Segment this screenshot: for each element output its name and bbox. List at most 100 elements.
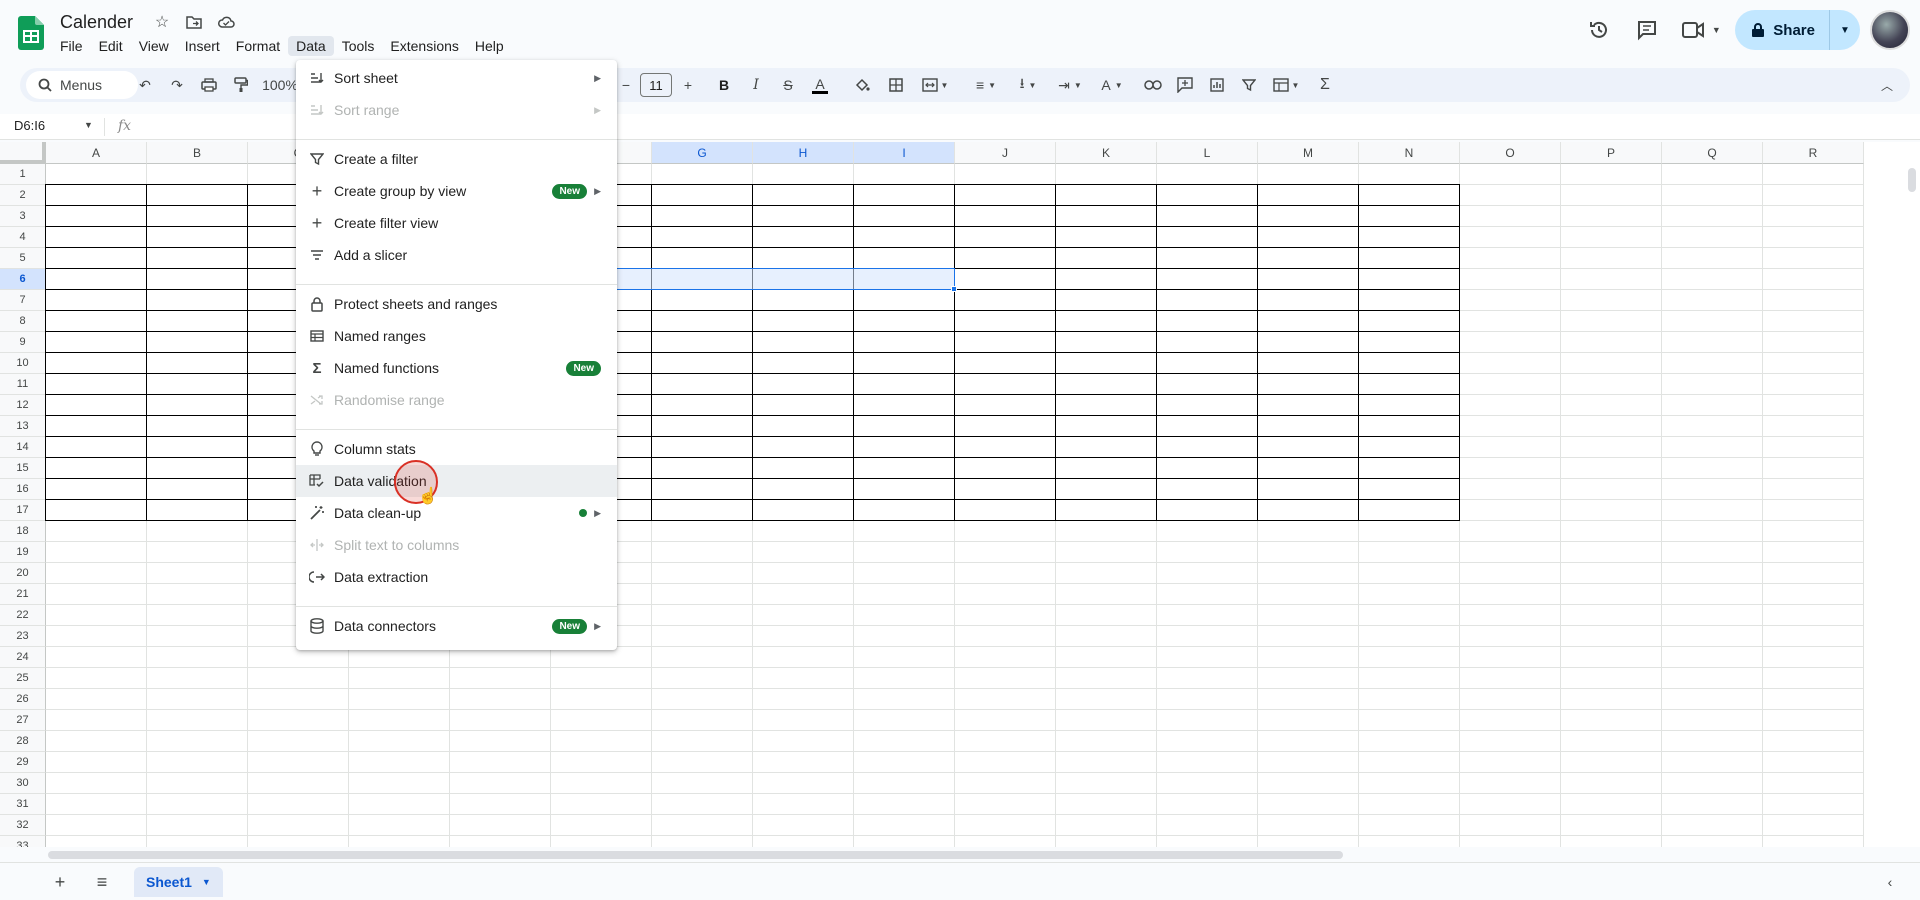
row-header[interactable]: 10 (0, 353, 46, 374)
row-header[interactable]: 11 (0, 374, 46, 395)
row-header[interactable]: 27 (0, 710, 46, 731)
share-main[interactable]: Share (1735, 10, 1830, 50)
column-header[interactable]: J (955, 142, 1056, 164)
row-header[interactable]: 19 (0, 542, 46, 563)
menu-item-column-stats[interactable]: Column stats (296, 433, 617, 465)
menu-item-add-a-slicer[interactable]: Add a slicer (296, 239, 617, 271)
horizontal-align-icon[interactable]: ≡ ▼ (966, 68, 1006, 102)
column-header[interactable]: H (753, 142, 854, 164)
row-header[interactable]: 8 (0, 311, 46, 332)
menu-item-create-a-filter[interactable]: Create a filter (296, 143, 617, 175)
sheet-grid[interactable]: ABCDEFGHIJKLMNOPQR1234567891011121314151… (0, 142, 1920, 847)
meet-icon[interactable]: ▼ (1675, 10, 1727, 50)
row-header[interactable]: 22 (0, 605, 46, 626)
search-menus[interactable]: Menus (26, 71, 138, 99)
menu-data[interactable]: Data (288, 36, 334, 56)
redo-icon[interactable]: ↷ (162, 68, 192, 102)
row-header[interactable]: 30 (0, 773, 46, 794)
menu-item-data-connectors[interactable]: Data connectors New ▶ (296, 610, 617, 642)
cloud-saved-icon[interactable] (216, 12, 236, 32)
column-header[interactable]: B (147, 142, 248, 164)
menu-help[interactable]: Help (467, 36, 512, 56)
font-size-input[interactable]: 11 (640, 73, 672, 97)
functions-icon[interactable]: Σ (1310, 68, 1340, 102)
borders-icon[interactable] (882, 68, 910, 102)
menu-item-sort-sheet[interactable]: Sort sheet ▶ (296, 62, 617, 94)
row-header[interactable]: 6 (0, 269, 46, 290)
column-header[interactable]: P (1561, 142, 1662, 164)
star-icon[interactable]: ☆ (152, 12, 172, 32)
sheet-tab-sheet1[interactable]: Sheet1 ▼ (134, 867, 223, 897)
row-header[interactable]: 15 (0, 458, 46, 479)
row-header[interactable]: 13 (0, 416, 46, 437)
merge-cells-icon[interactable]: ▼ (914, 68, 956, 102)
insert-chart-icon[interactable] (1202, 68, 1232, 102)
text-wrapping-icon[interactable]: ⇥ ▼ (1050, 68, 1090, 102)
row-header[interactable]: 33 (0, 836, 46, 847)
menu-item-protect-sheets-and-ranges[interactable]: Protect sheets and ranges (296, 288, 617, 320)
zoom-select[interactable]: 100% (260, 68, 300, 102)
text-color-icon[interactable]: A (806, 68, 834, 102)
row-header[interactable]: 24 (0, 647, 46, 668)
vertical-align-icon[interactable]: ⭳ ▼ (1008, 68, 1048, 102)
share-button[interactable]: Share ▼ (1735, 10, 1860, 50)
row-header[interactable]: 31 (0, 794, 46, 815)
row-header[interactable]: 17 (0, 500, 46, 521)
row-header[interactable]: 29 (0, 752, 46, 773)
menu-insert[interactable]: Insert (177, 36, 228, 56)
row-header[interactable]: 7 (0, 290, 46, 311)
row-header[interactable]: 4 (0, 227, 46, 248)
row-header[interactable]: 5 (0, 248, 46, 269)
column-header[interactable]: G (652, 142, 753, 164)
side-panel-toggle-icon[interactable]: ‹ (1878, 870, 1902, 894)
row-header[interactable]: 32 (0, 815, 46, 836)
decrease-font-size-icon[interactable]: − (616, 68, 636, 102)
version-history-icon[interactable] (1579, 10, 1619, 50)
column-header[interactable]: R (1763, 142, 1864, 164)
menu-extensions[interactable]: Extensions (382, 36, 466, 56)
column-header[interactable]: K (1056, 142, 1157, 164)
row-header[interactable]: 28 (0, 731, 46, 752)
row-header[interactable]: 25 (0, 668, 46, 689)
italic-icon[interactable]: I (742, 68, 770, 102)
collapse-toolbar-icon[interactable]: ︿ (1872, 68, 1902, 102)
menu-edit[interactable]: Edit (91, 36, 131, 56)
row-header[interactable]: 12 (0, 395, 46, 416)
column-header[interactable]: L (1157, 142, 1258, 164)
paint-format-icon[interactable] (226, 68, 256, 102)
column-header[interactable]: I (854, 142, 955, 164)
insert-comment-icon[interactable] (1170, 68, 1200, 102)
bold-icon[interactable]: B (710, 68, 738, 102)
menu-file[interactable]: File (52, 36, 91, 56)
move-folder-icon[interactable] (184, 12, 204, 32)
strikethrough-icon[interactable]: S (774, 68, 802, 102)
filter-views-icon[interactable]: ▼ (1266, 68, 1306, 102)
menu-item-create-filter-view[interactable]: + Create filter view (296, 207, 617, 239)
menu-view[interactable]: View (131, 36, 177, 56)
column-header[interactable]: M (1258, 142, 1359, 164)
menu-item-data-validation[interactable]: Data validation (296, 465, 617, 497)
undo-icon[interactable]: ↶ (130, 68, 160, 102)
row-header[interactable]: 18 (0, 521, 46, 542)
insert-link-icon[interactable] (1138, 68, 1168, 102)
menu-item-data-clean-up[interactable]: Data clean-up ▶ (296, 497, 617, 529)
row-header[interactable]: 3 (0, 206, 46, 227)
menu-item-named-functions[interactable]: Σ Named functions New (296, 352, 617, 384)
column-header[interactable]: O (1460, 142, 1561, 164)
avatar[interactable] (1870, 10, 1910, 50)
row-header[interactable]: 2 (0, 185, 46, 206)
horizontal-scrollbar[interactable] (48, 851, 1343, 859)
row-header[interactable]: 14 (0, 437, 46, 458)
text-rotation-icon[interactable]: A ▼ (1092, 68, 1132, 102)
name-box-dropdown-icon[interactable]: ▼ (84, 120, 93, 130)
menu-item-named-ranges[interactable]: Named ranges (296, 320, 617, 352)
all-sheets-icon[interactable]: ≡ (90, 870, 114, 894)
share-dropdown-icon[interactable]: ▼ (1830, 25, 1860, 36)
name-box[interactable]: D6:I6 (14, 118, 45, 133)
menu-tools[interactable]: Tools (334, 36, 383, 56)
column-header[interactable]: N (1359, 142, 1460, 164)
print-icon[interactable] (194, 68, 224, 102)
column-header[interactable]: Q (1662, 142, 1763, 164)
sheets-logo-icon[interactable] (18, 16, 44, 50)
column-header[interactable]: A (46, 142, 147, 164)
